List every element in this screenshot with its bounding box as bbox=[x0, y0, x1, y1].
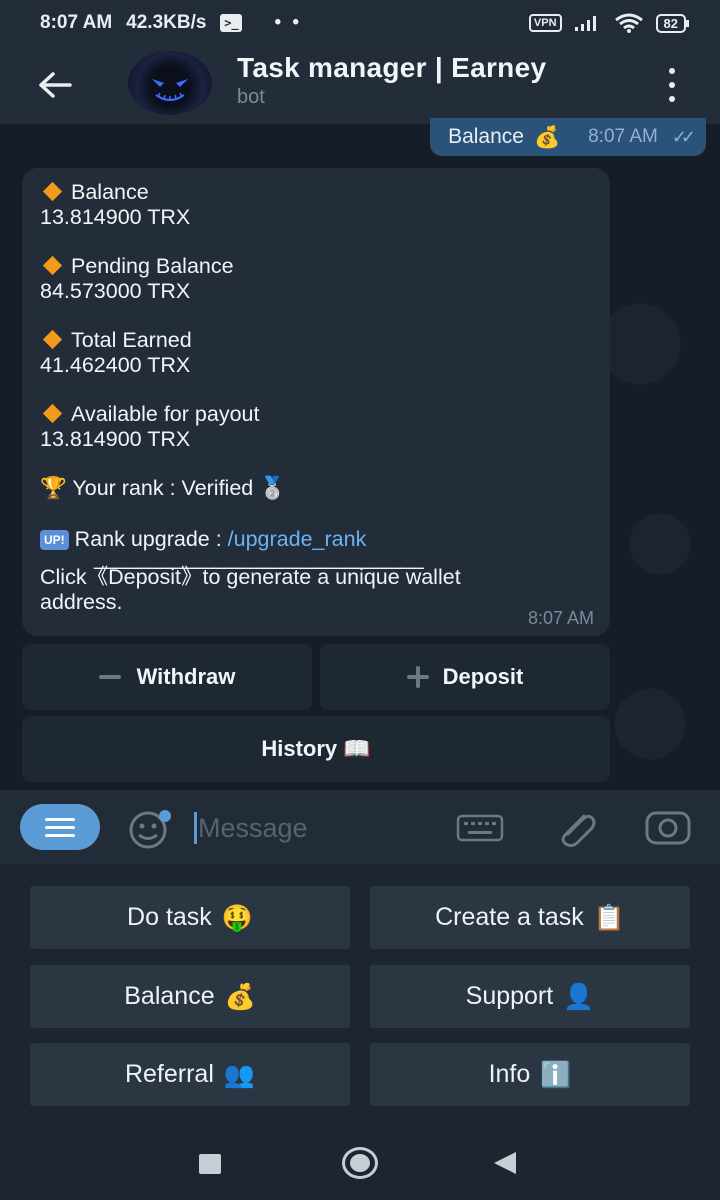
battery-icon: 82 bbox=[655, 13, 690, 33]
balance-button[interactable]: Balance 💰 bbox=[30, 965, 350, 1028]
recents-icon[interactable] bbox=[199, 1154, 221, 1174]
outgoing-message-text: Balance bbox=[448, 125, 524, 148]
incoming-message[interactable]: Balance 13.814900 TRX Pending Balance 84… bbox=[22, 168, 610, 636]
menu-line-icon bbox=[45, 825, 75, 829]
people-icon: 👥 bbox=[223, 1059, 256, 1089]
up-badge-icon: UP! bbox=[40, 529, 69, 550]
info-button[interactable]: Info ℹ️ bbox=[370, 1043, 690, 1106]
referral-label: Referral bbox=[124, 1060, 214, 1088]
keyboard-icon[interactable] bbox=[456, 814, 504, 842]
money-bag-icon: 💰 bbox=[533, 124, 561, 149]
sticker-icon[interactable] bbox=[124, 810, 178, 850]
create-task-label: Create a task bbox=[435, 903, 584, 931]
chat-area[interactable]: Balance 💰 8:07 AM ✓✓ Balance 13.814900 T… bbox=[0, 118, 720, 790]
outgoing-message[interactable]: Balance 💰 8:07 AM ✓✓ bbox=[430, 118, 706, 156]
withdraw-label: Withdraw bbox=[136, 664, 236, 689]
back-button[interactable] bbox=[0, 46, 110, 124]
do-task-button[interactable]: Do task 🤑 bbox=[30, 886, 350, 949]
clipboard-icon: 📋 bbox=[593, 902, 625, 932]
incoming-message-time: 8:07 AM bbox=[527, 607, 594, 628]
deposit-label: Deposit bbox=[442, 664, 524, 689]
more-options-button[interactable] bbox=[660, 68, 684, 102]
text-cursor bbox=[194, 812, 197, 844]
divider-line: ______________________________ bbox=[94, 546, 424, 570]
withdraw-button[interactable]: Withdraw bbox=[22, 644, 312, 710]
do-task-label: Do task bbox=[127, 903, 212, 931]
book-icon: 📖 bbox=[343, 736, 371, 762]
diamond-icon bbox=[42, 403, 63, 424]
back-triangle-icon[interactable] bbox=[494, 1152, 516, 1174]
status-time: 8:07 AM bbox=[40, 12, 113, 33]
chat-header: Task manager | Earney bot bbox=[0, 46, 720, 124]
diamond-icon bbox=[42, 255, 63, 276]
message-input-bar bbox=[0, 790, 720, 864]
referral-button[interactable]: Referral 👥 bbox=[30, 1043, 350, 1106]
status-bar: 8:07 AM 42.3KB/s >_ • • VPN 82 bbox=[0, 0, 720, 46]
network-speed: 42.3KB/s bbox=[126, 12, 207, 33]
balance-label: Balance bbox=[71, 180, 149, 204]
balance-value: 13.814900 TRX bbox=[40, 204, 191, 229]
message-input[interactable] bbox=[198, 808, 438, 848]
reply-keyboard: Do task 🤑 Create a task 📋 Balance 💰 Supp… bbox=[0, 864, 720, 1128]
balance-button-label: Balance bbox=[124, 982, 215, 1010]
bot-avatar[interactable] bbox=[128, 51, 212, 115]
camera-icon[interactable] bbox=[644, 810, 692, 846]
menu-line-icon bbox=[45, 833, 75, 837]
vpn-icon: VPN bbox=[528, 14, 562, 32]
wifi-icon bbox=[614, 13, 643, 33]
support-button[interactable]: Support 👤 bbox=[370, 965, 690, 1028]
trophy-icon: 🏆 bbox=[40, 476, 67, 501]
history-label: History bbox=[261, 736, 338, 761]
person-icon: 👤 bbox=[563, 981, 595, 1011]
info-icon: ℹ️ bbox=[540, 1059, 572, 1089]
pending-label: Pending Balance bbox=[71, 254, 234, 278]
available-label: Available for payout bbox=[71, 402, 260, 426]
signal-icon bbox=[574, 16, 596, 31]
history-button[interactable]: History 📖 bbox=[22, 716, 610, 782]
pending-value: 84.573000 TRX bbox=[40, 278, 191, 303]
more-dot-icon bbox=[669, 68, 675, 74]
info-label: Info bbox=[488, 1060, 531, 1088]
more-dot-icon bbox=[669, 96, 675, 102]
home-icon[interactable] bbox=[342, 1147, 378, 1179]
more-dot-icon bbox=[669, 82, 675, 88]
create-task-button[interactable]: Create a task 📋 bbox=[370, 886, 690, 949]
deposit-instruction-line2: address. bbox=[40, 589, 123, 614]
bot-menu-button[interactable] bbox=[20, 804, 100, 850]
menu-line-icon bbox=[45, 817, 75, 821]
attach-icon[interactable] bbox=[554, 808, 598, 848]
total-earned-value: 41.462400 TRX bbox=[40, 352, 191, 377]
diamond-icon bbox=[42, 181, 63, 202]
notification-dots: • • bbox=[274, 12, 303, 33]
outgoing-message-time: 8:07 AM bbox=[588, 126, 658, 147]
chat-title[interactable]: Task manager | Earney bbox=[237, 52, 546, 84]
double-check-icon: ✓✓ bbox=[671, 126, 696, 147]
plus-icon bbox=[406, 666, 429, 688]
deposit-instruction-line1: Click《Deposit》to generate a unique walle… bbox=[40, 565, 461, 589]
terminal-icon: >_ bbox=[220, 14, 243, 32]
total-earned-label: Total Earned bbox=[71, 328, 192, 352]
rank-text: Your rank : Verified bbox=[72, 476, 254, 500]
available-value: 13.814900 TRX bbox=[40, 426, 191, 451]
deposit-button[interactable]: Deposit bbox=[320, 644, 610, 710]
system-nav-bar bbox=[0, 1128, 720, 1200]
minus-icon bbox=[98, 675, 121, 679]
support-label: Support bbox=[465, 982, 554, 1010]
money-bag-icon: 💰 bbox=[224, 981, 256, 1011]
arrow-left-icon bbox=[39, 72, 72, 98]
chat-subtitle: bot bbox=[237, 86, 265, 108]
diamond-icon bbox=[42, 329, 63, 350]
medal-icon: 🥈 bbox=[259, 476, 287, 501]
money-face-icon: 🤑 bbox=[221, 902, 253, 932]
